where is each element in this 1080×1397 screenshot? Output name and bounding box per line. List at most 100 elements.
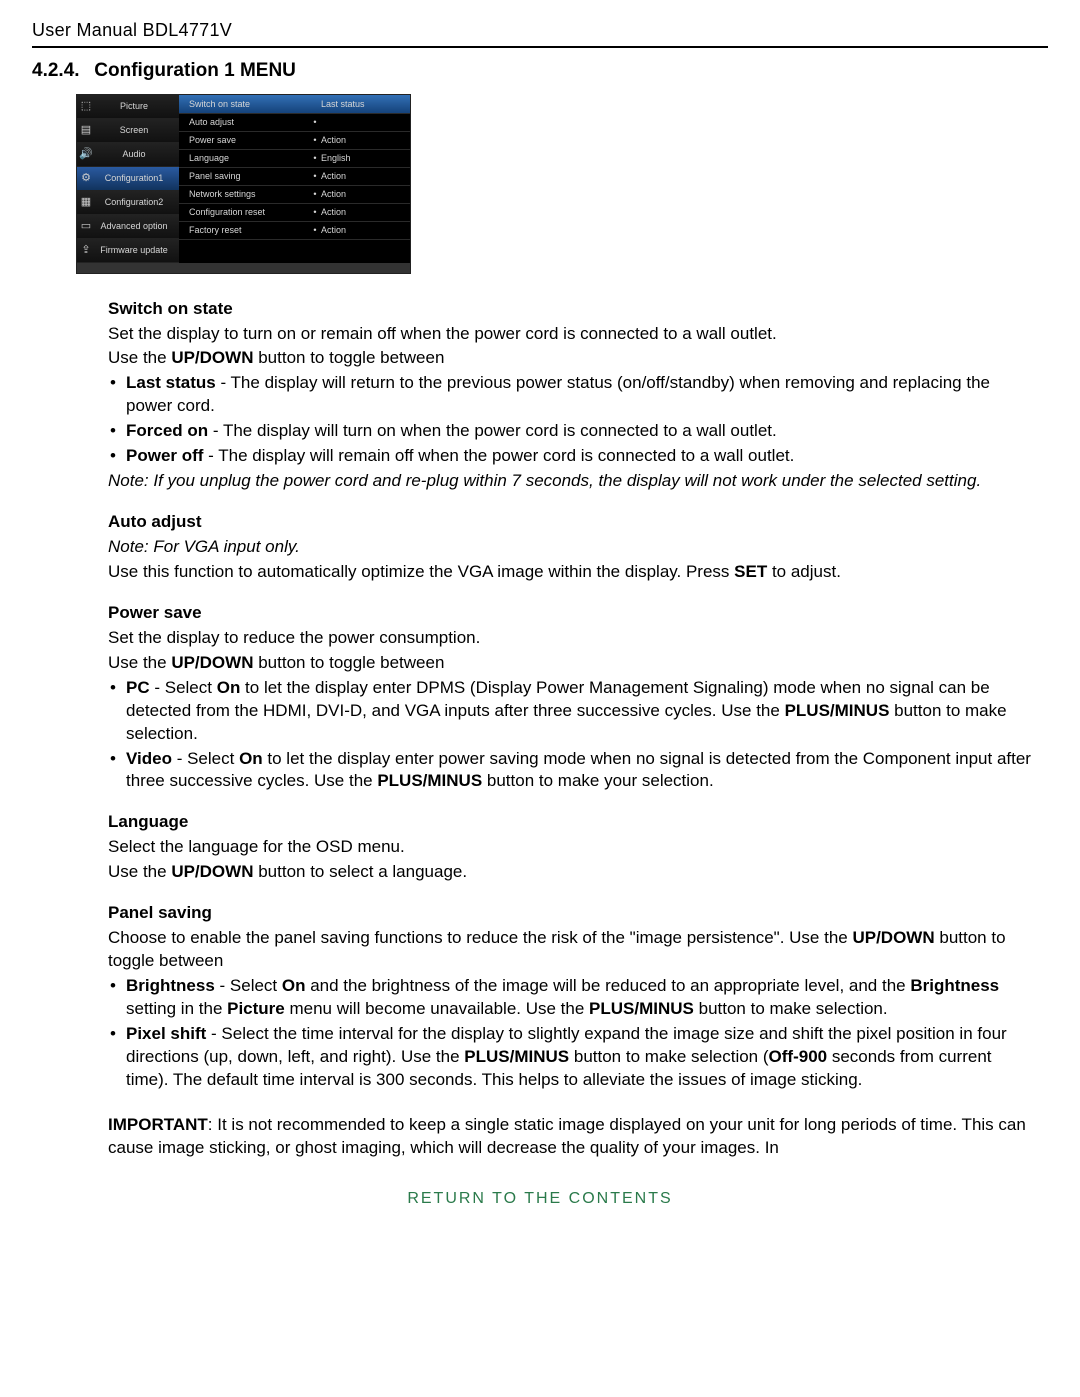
term: On [239,749,263,768]
text: and the brightness of the image will be … [306,976,911,995]
text: button to make selection. [694,999,888,1018]
osd-nav-config2[interactable]: ▦Configuration2 [77,191,179,215]
text: button to make your selection. [482,771,714,790]
bullet-icon: • [309,170,321,182]
text: Use the [108,862,171,881]
important-label: IMPORTANT [108,1115,208,1134]
term: Power off [126,446,203,465]
list-item: Last status - The display will return to… [108,372,1038,418]
manual-title: User Manual BDL4771V [32,20,232,40]
osd-option-name: Factory reset [189,224,309,236]
text: Use the [108,348,171,367]
language-heading: Language [108,811,1038,834]
osd-option-switch-on-state[interactable]: Switch on stateLast status [179,95,410,114]
osd-nav: ⬚Picture ▤Screen 🔊Audio ⚙Configuration1 … [77,95,179,263]
osd-menu: ⬚Picture ▤Screen 🔊Audio ⚙Configuration1 … [76,94,411,274]
text: button to select a language. [253,862,467,881]
term: Video [126,749,172,768]
osd-option-auto-adjust[interactable]: Auto adjust• [179,114,410,132]
term: Off-900 [769,1047,828,1066]
list-item: Pixel shift - Select the time interval f… [108,1023,1038,1092]
key-label: PLUS/MINUS [464,1047,569,1066]
bullet-icon: • [309,224,321,236]
body-text: Use this function to automatically optim… [108,561,1038,584]
osd-option-name: Network settings [189,188,309,200]
osd-nav-label: Picture [95,100,179,112]
page-header: User Manual BDL4771V [32,18,1048,48]
picture-icon: ⬚ [77,99,95,114]
bullet-icon: • [309,116,321,128]
osd-body: ⬚Picture ▤Screen 🔊Audio ⚙Configuration1 … [77,95,410,263]
text: Choose to enable the panel saving functi… [108,928,852,947]
body-text: Choose to enable the panel saving functi… [108,927,1038,973]
power-save-block: Power save Set the display to reduce the… [108,602,1038,794]
auto-adjust-heading: Auto adjust [108,511,1038,534]
osd-option-config-reset[interactable]: Configuration reset•Action [179,204,410,222]
key-label: PLUS/MINUS [785,701,890,720]
bullet-icon: • [309,152,321,164]
osd-option-panel-saving[interactable]: Panel saving•Action [179,168,410,186]
osd-nav-label: Configuration2 [95,196,179,208]
osd-nav-label: Screen [95,124,179,136]
osd-option-value: Action [321,188,400,200]
osd-nav-audio[interactable]: 🔊Audio [77,143,179,167]
bullet-list: Brightness - Select On and the brightnes… [108,975,1038,1092]
text: - The display will return to the previou… [126,373,990,415]
osd-option-name: Switch on state [189,98,309,110]
body-text: Select the language for the OSD menu. [108,836,1038,859]
osd-option-value: English [321,152,400,164]
body-text: Set the display to turn on or remain off… [108,323,1038,346]
body-text: Use the UP/DOWN button to toggle between [108,652,1038,675]
osd-option-power-save[interactable]: Power save•Action [179,132,410,150]
osd-nav-screen[interactable]: ▤Screen [77,119,179,143]
key-label: UP/DOWN [171,862,253,881]
text: button to make selection ( [569,1047,768,1066]
key-label: UP/DOWN [171,653,253,672]
osd-options: Switch on stateLast status Auto adjust• … [179,95,410,263]
osd-option-name: Panel saving [189,170,309,182]
osd-option-name: Language [189,152,309,164]
text: : It is not recommended to keep a single… [108,1115,1026,1157]
text: - Select [150,678,217,697]
panel-saving-block: Panel saving Choose to enable the panel … [108,902,1038,1092]
grid-icon: ▦ [77,195,95,210]
text: button to toggle between [253,653,444,672]
bullet-icon: • [309,134,321,146]
text: to adjust. [767,562,841,581]
osd-nav-advanced[interactable]: ▭Advanced option [77,215,179,239]
osd-option-value: Action [321,224,400,236]
bullet-list: PC - Select On to let the display enter … [108,677,1038,794]
osd-option-value: Action [321,206,400,218]
key-label: UP/DOWN [852,928,934,947]
list-item: Brightness - Select On and the brightnes… [108,975,1038,1021]
text: - The display will remain off when the p… [203,446,794,465]
key-label: SET [734,562,767,581]
osd-option-factory-reset[interactable]: Factory reset•Action [179,222,410,240]
return-to-contents-link[interactable]: RETURN TO THE CONTENTS [32,1188,1048,1210]
osd-option-language[interactable]: Language•English [179,150,410,168]
rect-icon: ▭ [77,219,95,234]
section-title-bold: MENU [240,60,296,81]
key-label: UP/DOWN [171,348,253,367]
term: Last status [126,373,216,392]
osd-nav-picture[interactable]: ⬚Picture [77,95,179,119]
term: Brightness [126,976,215,995]
text: button to toggle between [253,348,444,367]
list-item: PC - Select On to let the display enter … [108,677,1038,746]
osd-option-network[interactable]: Network settings•Action [179,186,410,204]
screen-icon: ▤ [77,123,95,138]
body-text: Use the UP/DOWN button to select a langu… [108,861,1038,884]
osd-option-name: Configuration reset [189,206,309,218]
bullet-icon: • [309,206,321,218]
osd-nav-config1[interactable]: ⚙Configuration1 [77,167,179,191]
osd-option-value: Action [321,134,400,146]
term: Picture [227,999,285,1018]
osd-nav-label: Configuration1 [95,172,179,184]
section-heading: 4.2.4. Configuration 1 MENU [32,58,1048,84]
body-text: Use the UP/DOWN button to toggle between [108,347,1038,370]
osd-nav-firmware[interactable]: ⇪Firmware update [77,239,179,263]
important-note: IMPORTANT: It is not recommended to keep… [108,1114,1038,1160]
audio-icon: 🔊 [77,147,95,162]
content-area: Switch on state Set the display to turn … [32,298,1048,1160]
panel-saving-heading: Panel saving [108,902,1038,925]
